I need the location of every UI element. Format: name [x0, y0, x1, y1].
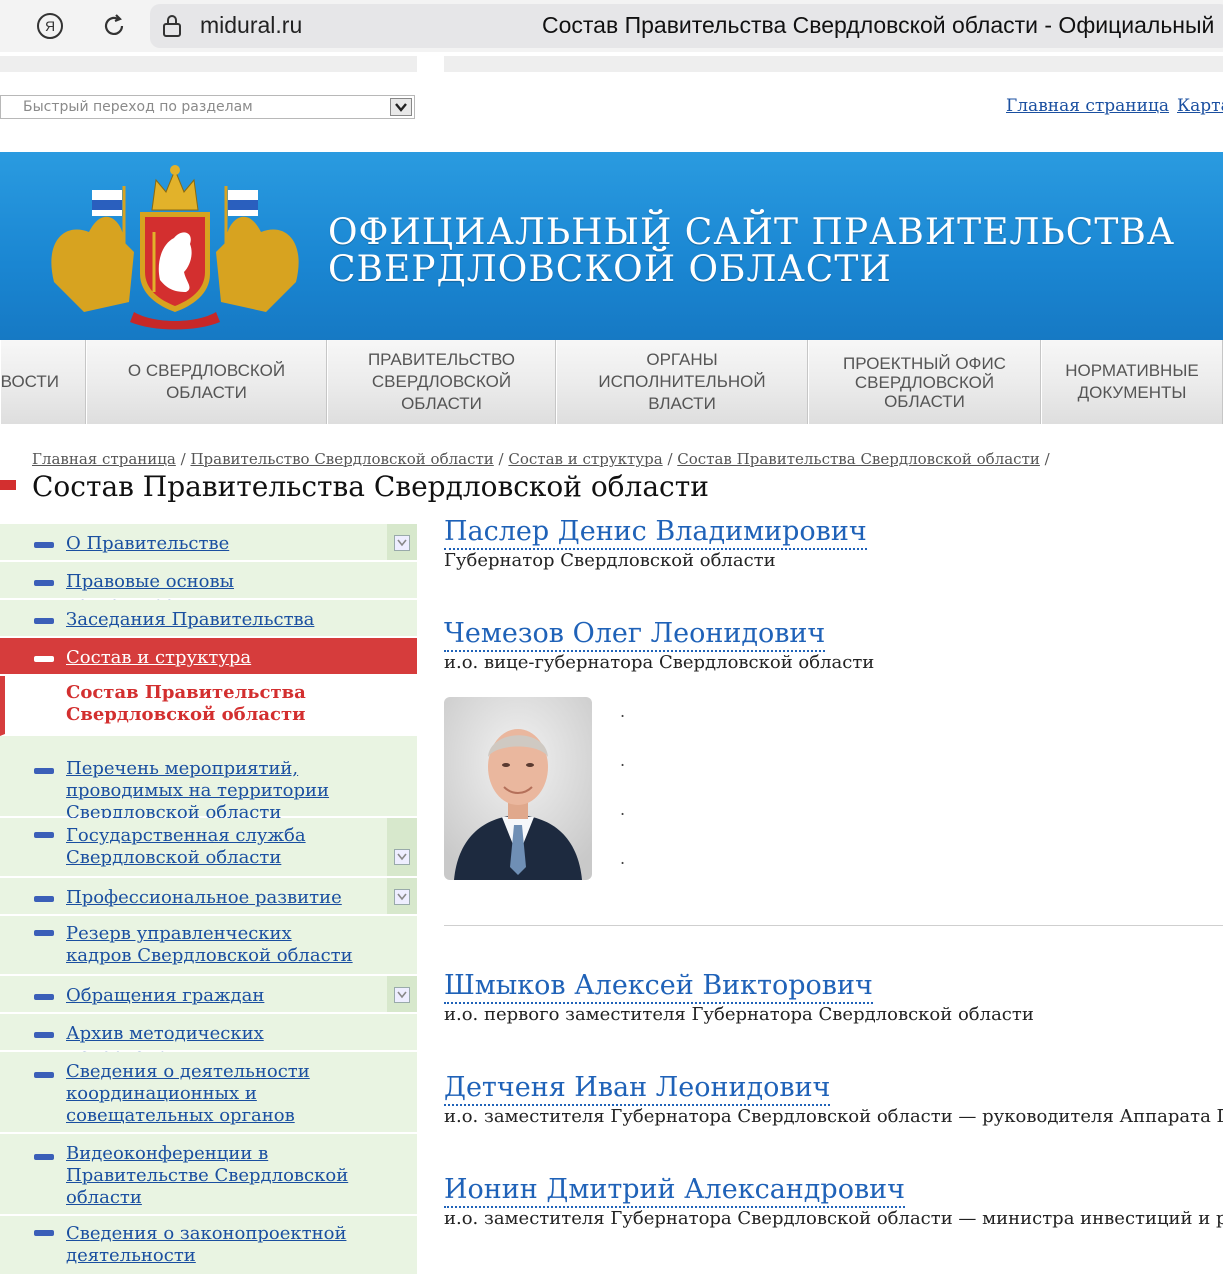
- bullet-icon: [34, 580, 54, 586]
- bullet-icon: [34, 1154, 54, 1160]
- sitemap-link[interactable]: Карта: [1177, 96, 1223, 116]
- sidebar-item-legal-basis[interactable]: Правовые основы деятельности: [0, 562, 417, 614]
- nav-news[interactable]: ВОСТИ: [0, 340, 86, 424]
- nav-executive-bodies[interactable]: ОРГАНЫ ИСПОЛНИТЕЛЬНОЙ ВЛАСТИ: [556, 340, 808, 424]
- bullet-icon: [34, 542, 54, 548]
- expand-icon[interactable]: [394, 535, 410, 551]
- browser-toolbar: Я midural.ru Состав Правительства Свердл…: [0, 0, 1223, 52]
- person-name-link[interactable]: Детченя Иван Леонидович: [444, 1072, 831, 1106]
- bullet-icon: [34, 768, 54, 774]
- quick-nav-select[interactable]: Быстрый переход по разделам: [0, 95, 415, 119]
- sidebar-item-meetings[interactable]: Заседания Правительства: [0, 600, 417, 638]
- person-name-link[interactable]: Ионин Дмитрий Александрович: [444, 1174, 905, 1208]
- info-dot: .: [620, 849, 626, 868]
- info-dot: .: [620, 751, 626, 770]
- expander[interactable]: [387, 524, 417, 560]
- bullet-icon: [34, 618, 54, 624]
- svg-text:Я: Я: [45, 18, 55, 34]
- yandex-icon[interactable]: Я: [34, 10, 66, 42]
- person-role: и.о. заместителя Губернатора Свердловско…: [444, 1208, 1223, 1229]
- coat-of-arms-icon[interactable]: [44, 162, 306, 330]
- nav-about-region[interactable]: О СВЕРДЛОВСКОЙ ОБЛАСТИ: [86, 340, 327, 424]
- expand-icon[interactable]: [394, 987, 410, 1003]
- person-name-link[interactable]: Паслер Денис Владимирович: [444, 516, 867, 550]
- page-heading: Состав Правительства Свердловской област…: [32, 470, 709, 503]
- sidebar-item-label[interactable]: Резерв управленческих кадров Свердловско…: [0, 916, 417, 967]
- sidebar-item-coordination-bodies[interactable]: Сведения о деятельности координационных …: [0, 1052, 417, 1134]
- sidebar-item-label[interactable]: Обращения граждан: [0, 976, 417, 1007]
- sidebar-item-videoconferences[interactable]: Видеоконференции в Правительстве Свердло…: [0, 1134, 417, 1216]
- chevron-down-icon[interactable]: [390, 98, 412, 116]
- expander[interactable]: [387, 976, 417, 1012]
- sidebar-item-label[interactable]: Государственная служба Свердловской обла…: [0, 818, 417, 869]
- person-photo[interactable]: [444, 697, 592, 880]
- bullet-icon: [34, 1032, 54, 1038]
- main-nav: ВОСТИ О СВЕРДЛОВСКОЙ ОБЛАСТИ ПРАВИТЕЛЬСТ…: [0, 340, 1223, 424]
- sidebar-item-legislative-activity[interactable]: Сведения о законопроектной деятельности: [0, 1216, 417, 1276]
- page-title-tab: Состав Правительства Свердловской област…: [542, 12, 1215, 38]
- sidebar-item-label[interactable]: Состав и структура: [0, 638, 417, 669]
- url-text[interactable]: midural.ru: [200, 12, 302, 39]
- top-strip: [0, 56, 417, 72]
- sidebar-item-archive[interactable]: Архив методических материалов: [0, 1014, 417, 1066]
- nav-government[interactable]: ПРАВИТЕЛЬСТВО СВЕРДЛОВСКОЙ ОБЛАСТИ: [327, 340, 556, 424]
- bullet-icon: [34, 656, 54, 662]
- divider: [444, 925, 1223, 926]
- sidebar-item-label[interactable]: О Правительстве: [0, 524, 417, 555]
- sidebar-item-citizen-appeals[interactable]: Обращения граждан: [0, 976, 417, 1014]
- sidebar-item-label[interactable]: Состав Правительства Свердловской област…: [5, 676, 417, 726]
- site-banner: ОФИЦИАЛЬНЫЙ САЙТ ПРАВИТЕЛЬСТВА СВЕРДЛОВС…: [0, 152, 1223, 340]
- sidebar-item-events[interactable]: Перечень мероприятий, проводимых на терр…: [0, 736, 417, 823]
- reload-icon[interactable]: [98, 10, 130, 42]
- person-role: и.о. заместителя Губернатора Свердловско…: [444, 1106, 1223, 1127]
- person-role: и.о. вице-губернатора Свердловской облас…: [444, 652, 875, 673]
- breadcrumb-item[interactable]: Главная страница: [32, 450, 176, 468]
- quick-nav-placeholder: Быстрый переход по разделам: [23, 99, 253, 115]
- sidebar-item-label[interactable]: Видеоконференции в Правительстве Свердло…: [0, 1134, 417, 1209]
- lock-icon: [160, 13, 184, 43]
- sidebar-item-label[interactable]: Перечень мероприятий, проводимых на терр…: [0, 736, 417, 824]
- expand-icon[interactable]: [394, 849, 410, 865]
- heading-marker: [0, 480, 16, 490]
- expander[interactable]: [387, 878, 417, 914]
- bullet-icon: [34, 832, 54, 838]
- sidebar-item-professional-development[interactable]: Профессиональное развитие: [0, 878, 417, 916]
- nav-project-office[interactable]: ПРОЕКТНЫЙ ОФИС СВЕРДЛОВСКОЙ ОБЛАСТИ: [808, 340, 1041, 424]
- sidebar-subitem-composition[interactable]: Состав Правительства Свердловской област…: [0, 676, 417, 736]
- person-role: Губернатор Свердловской области: [444, 550, 776, 571]
- person-name-link[interactable]: Шмыков Алексей Викторович: [444, 970, 873, 1004]
- bullet-icon: [34, 896, 54, 902]
- top-strip: [444, 56, 1223, 72]
- breadcrumb: Главная страница / Правительство Свердло…: [32, 450, 1050, 468]
- bullet-icon: [34, 930, 54, 936]
- nav-normative-docs[interactable]: НОРМАТИВНЫЕ ДОКУМЕНТЫ: [1041, 340, 1223, 424]
- sidebar-item-label[interactable]: Сведения о деятельности координационных …: [0, 1052, 417, 1127]
- sidebar: О Правительстве Правовые основы деятельн…: [0, 524, 417, 1276]
- bullet-icon: [34, 1072, 54, 1078]
- breadcrumb-item[interactable]: Правительство Свердловской области: [190, 450, 493, 468]
- sidebar-item-civil-service[interactable]: Государственная служба Свердловской обла…: [0, 818, 417, 878]
- info-dot: .: [620, 702, 626, 721]
- sidebar-item-label[interactable]: Профессиональное развитие: [0, 878, 417, 909]
- sidebar-item-about-government[interactable]: О Правительстве: [0, 524, 417, 562]
- sidebar-item-reserve[interactable]: Резерв управленческих кадров Свердловско…: [0, 916, 417, 976]
- expand-icon[interactable]: [394, 889, 410, 905]
- person-role: и.о. первого заместителя Губернатора Све…: [444, 1004, 1034, 1025]
- breadcrumb-item[interactable]: Состав и структура: [508, 450, 662, 468]
- banner-title-line1: ОФИЦИАЛЬНЫЙ САЙТ ПРАВИТЕЛЬСТВА: [328, 212, 1176, 253]
- breadcrumb-item[interactable]: Состав Правительства Свердловской област…: [677, 450, 1040, 468]
- info-dot: .: [620, 800, 626, 819]
- person-name-link[interactable]: Чемезов Олег Леонидович: [444, 618, 826, 652]
- bullet-icon: [34, 1230, 54, 1236]
- banner-title-line2: СВЕРДЛОВСКОЙ ОБЛАСТИ: [328, 249, 892, 290]
- sidebar-item-label[interactable]: Заседания Правительства: [0, 600, 417, 631]
- bullet-icon: [34, 994, 54, 1000]
- expander[interactable]: [387, 818, 417, 876]
- sidebar-item-structure[interactable]: Состав и структура: [0, 638, 417, 676]
- sidebar-item-label[interactable]: Сведения о законопроектной деятельности: [0, 1216, 417, 1267]
- home-link[interactable]: Главная страница: [1006, 96, 1169, 116]
